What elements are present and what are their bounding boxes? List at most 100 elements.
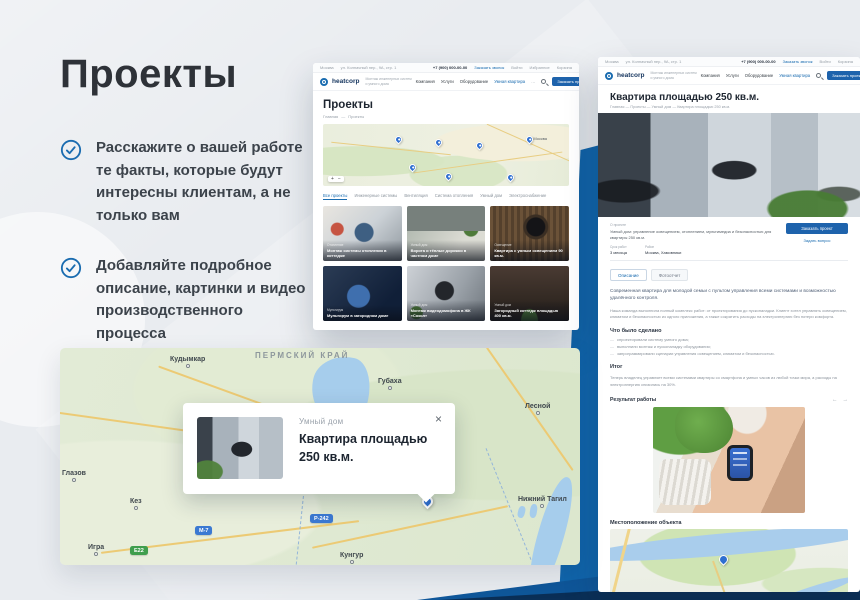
order-project-button[interactable]: Заказать проект bbox=[552, 77, 579, 86]
close-icon[interactable]: × bbox=[435, 412, 442, 426]
filter-ventilation[interactable]: Вентиляция bbox=[404, 193, 427, 200]
project-card-caption: Умный дом Ворота и тёплые дорожки в част… bbox=[407, 240, 486, 261]
search-icon[interactable] bbox=[816, 73, 821, 78]
filter-all[interactable]: Все проекты bbox=[323, 193, 347, 200]
result-heading: Итог bbox=[610, 364, 848, 370]
map-river bbox=[767, 573, 848, 592]
project-filters: Все проекты Инженерные системы Вентиляци… bbox=[323, 193, 569, 200]
logo-text[interactable]: heatcorp bbox=[332, 78, 359, 85]
filter-power[interactable]: Электроснабжение bbox=[509, 193, 546, 200]
order-project-button[interactable]: Заказать проект bbox=[827, 71, 860, 80]
project-card[interactable]: Умный дом Загородный коттедж площадью 40… bbox=[490, 266, 569, 321]
popup-content: Умный дом Квартира площадью 250 кв.м. bbox=[283, 403, 439, 494]
project-card[interactable]: Умный дом Монтаж видеодомофона в ЖК «Сок… bbox=[407, 266, 486, 321]
filter-smart-home[interactable]: Умный дом bbox=[480, 193, 502, 200]
gallery-photo-smartwatch[interactable] bbox=[653, 407, 805, 513]
zoom-in-button[interactable]: + bbox=[331, 176, 334, 182]
project-info-left: О проекте Умный дом: управление освещени… bbox=[610, 223, 786, 255]
town-dot-icon bbox=[350, 560, 354, 564]
nav-more[interactable]: … bbox=[531, 79, 535, 84]
map-marker[interactable] bbox=[434, 138, 444, 148]
town-marker: Губаха bbox=[378, 378, 402, 390]
topbar-login-link[interactable]: Войти bbox=[511, 65, 522, 70]
topbar-city[interactable]: Москва bbox=[320, 65, 334, 70]
tab-photos[interactable]: Фотоотчет bbox=[651, 269, 689, 281]
zoom-out-button[interactable]: − bbox=[338, 176, 341, 182]
project-info-strip: О проекте Умный дом: управление освещени… bbox=[610, 217, 848, 261]
topbar-city[interactable]: Москва bbox=[605, 59, 619, 64]
project-paragraph: Наша команда выполнила полный комплекс р… bbox=[610, 308, 848, 321]
topbar-callback-link[interactable]: Заказать звонок bbox=[474, 65, 504, 70]
meta-item: Срок работ 3 месяца bbox=[610, 245, 627, 255]
topbar-address: ул. Колпачный пер., 9А, стр. 1 bbox=[626, 59, 682, 64]
location-pin[interactable] bbox=[718, 553, 731, 566]
gallery-prev-icon[interactable]: ← bbox=[832, 397, 838, 403]
intro-section: Проекты Расскажите о вашей работе те фак… bbox=[60, 52, 310, 345]
meta-label: Район bbox=[645, 245, 681, 249]
map-marker[interactable] bbox=[506, 173, 516, 183]
nav-item-smart-flat[interactable]: Умная квартира bbox=[494, 79, 525, 84]
order-project-button[interactable]: Заказать проект bbox=[786, 223, 848, 234]
map-marker[interactable] bbox=[408, 163, 418, 173]
check-circle-icon bbox=[60, 257, 82, 279]
region-map[interactable]: ПЕРМСКИЙ КРАЙ Кудымкар Губаха Лесной Гла… bbox=[60, 348, 580, 565]
project-detail-body: Квартира площадью 250 кв.м. Главная — Пр… bbox=[598, 92, 860, 592]
breadcrumb[interactable]: Главная — Проекты — Умный дом — Квартира… bbox=[610, 105, 848, 109]
topbar-cart-link[interactable]: Корзина bbox=[838, 59, 853, 64]
location-map[interactable] bbox=[610, 529, 848, 592]
map-road bbox=[158, 366, 271, 408]
nav-item-company[interactable]: Компания bbox=[701, 73, 720, 78]
map-river bbox=[610, 529, 848, 568]
town-marker: Игра bbox=[88, 544, 104, 556]
nav-item-equipment[interactable]: Оборудование bbox=[745, 73, 773, 78]
project-card[interactable]: Умный дом Ворота и тёплые дорожки в част… bbox=[407, 206, 486, 261]
nav-item-smart-flat[interactable]: Умная квартира bbox=[779, 73, 810, 78]
topbar-favorites-link[interactable]: Избранное bbox=[529, 65, 549, 70]
breadcrumb-home[interactable]: Главная bbox=[323, 114, 338, 119]
photo-plant bbox=[675, 407, 733, 453]
gallery-arrows: ← → bbox=[832, 397, 848, 403]
nav-item-equipment[interactable]: Оборудование bbox=[460, 79, 488, 84]
topbar-phone[interactable]: +7 (900) 000-00-00 bbox=[741, 59, 775, 64]
filter-engineering[interactable]: Инженерные системы bbox=[354, 193, 397, 200]
topbar-callback-link[interactable]: Заказать звонок bbox=[783, 59, 813, 64]
town-dot-icon bbox=[388, 386, 392, 390]
project-card[interactable]: Мультирум Мультирум в загородном доме bbox=[323, 266, 402, 321]
topbar-phone[interactable]: +7 (900) 000-00-00 bbox=[433, 65, 467, 70]
project-lead: Современная квартира для молодой семьи с… bbox=[610, 288, 838, 303]
meta-value: Москва, Хамовники bbox=[645, 250, 681, 255]
ask-question-link[interactable]: Задать вопрос bbox=[803, 238, 830, 243]
popup-title[interactable]: Квартира площадью 250 кв.м. bbox=[299, 431, 439, 466]
map-zoom-controls[interactable]: + − bbox=[328, 176, 344, 182]
project-card[interactable]: Освещение Квартира с умным освещением 90… bbox=[490, 206, 569, 261]
nav-item-company[interactable]: Компания bbox=[416, 79, 435, 84]
nav-item-services[interactable]: Услуги bbox=[441, 79, 454, 84]
map-marker[interactable] bbox=[394, 135, 404, 145]
nav-item-services[interactable]: Услуги bbox=[726, 73, 739, 78]
site-header: heatcorp Монтаж инженерных системи умног… bbox=[313, 73, 579, 91]
topbar-login-link[interactable]: Войти bbox=[820, 59, 831, 64]
town-label: Лесной bbox=[525, 403, 550, 410]
project-info-actions: Заказать проект Задать вопрос bbox=[786, 223, 848, 255]
result-paragraph: Теперь владелец управляет всеми системам… bbox=[610, 375, 848, 388]
topbar-cart-link[interactable]: Корзина bbox=[557, 65, 572, 70]
project-card-title: Квартира с умным освещением 90 кв.м. bbox=[494, 248, 565, 258]
map-marker[interactable] bbox=[444, 172, 454, 182]
location-heading: Местоположение объекта bbox=[610, 520, 848, 526]
projects-map[interactable]: Москва + − bbox=[323, 124, 569, 186]
projects-page-body: Проекты Главная — Проекты Москва + bbox=[313, 99, 579, 321]
logo-text[interactable]: heatcorp bbox=[617, 72, 644, 79]
tab-description[interactable]: Описание bbox=[610, 269, 647, 281]
screenshot-projects-list: Москва ул. Колпачный пер., 9А, стр. 1 +7… bbox=[313, 63, 579, 330]
town-label: Игра bbox=[88, 544, 104, 551]
filter-heating[interactable]: Система отопления bbox=[435, 193, 473, 200]
tagline-line1: Монтаж инженерных систем bbox=[650, 71, 696, 75]
gallery-next-icon[interactable]: → bbox=[843, 397, 849, 403]
project-card[interactable]: Отопление Монтаж системы отопления в кот… bbox=[323, 206, 402, 261]
project-card-category: Освещение bbox=[494, 243, 565, 247]
map-marker[interactable] bbox=[475, 141, 485, 151]
topbar-address: ул. Колпачный пер., 9А, стр. 1 bbox=[341, 65, 397, 70]
project-card-caption: Умный дом Загородный коттедж площадью 40… bbox=[490, 300, 569, 321]
search-icon[interactable] bbox=[541, 79, 546, 84]
map-popup-card[interactable]: Умный дом Квартира площадью 250 кв.м. × bbox=[183, 403, 455, 494]
